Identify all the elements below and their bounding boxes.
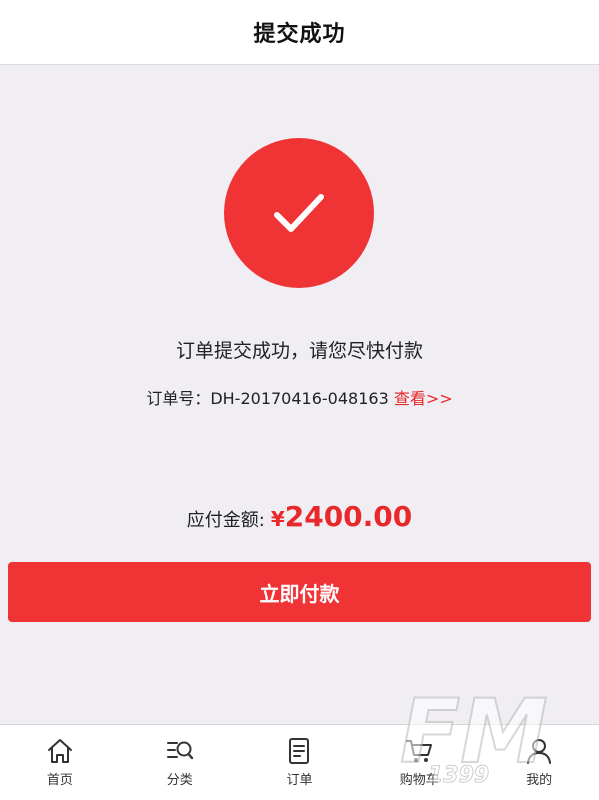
pay-now-button[interactable]: 立即付款 xyxy=(8,562,591,622)
tab-cart[interactable]: 购物车 xyxy=(359,725,479,800)
home-icon xyxy=(47,739,72,763)
success-message: 订单提交成功，请您尽快付款 xyxy=(175,340,423,362)
cart-icon xyxy=(406,740,433,762)
tab-home[interactable]: 首页 xyxy=(0,725,120,800)
page-title: 提交成功 xyxy=(253,22,346,47)
tab-category[interactable]: 分类 xyxy=(120,725,240,800)
checkmark-icon xyxy=(274,194,324,232)
category-search-icon xyxy=(166,741,193,760)
amount-due-value: 2400.00 xyxy=(284,500,413,533)
amount-currency: ¥ xyxy=(270,507,285,531)
order-number-label: 订单号： xyxy=(146,389,211,408)
tab-label-profile: 我的 xyxy=(526,773,553,788)
order-icon xyxy=(289,738,310,764)
tab-label-orders: 订单 xyxy=(286,773,313,788)
bottom-tab-bar: 首页 分类 订单 购物车 我的 xyxy=(0,724,599,800)
tab-label-home: 首页 xyxy=(46,773,73,788)
view-order-link[interactable]: 查看>> xyxy=(394,389,453,408)
tab-label-category: 分类 xyxy=(166,773,193,788)
user-icon xyxy=(527,739,552,764)
header-bar: 提交成功 xyxy=(0,0,599,65)
amount-due-line: 应付金额: ¥ 2400.00 xyxy=(0,500,599,533)
order-number-value: DH-20170416-048163 xyxy=(210,389,389,408)
tab-orders[interactable]: 订单 xyxy=(240,725,360,800)
amount-due-label: 应付金额: xyxy=(186,510,265,531)
tab-label-cart: 购物车 xyxy=(399,773,439,788)
success-badge xyxy=(224,138,374,288)
order-number-line: 订单号：DH-20170416-048163 查看>> xyxy=(0,385,599,409)
tab-profile[interactable]: 我的 xyxy=(479,725,599,800)
